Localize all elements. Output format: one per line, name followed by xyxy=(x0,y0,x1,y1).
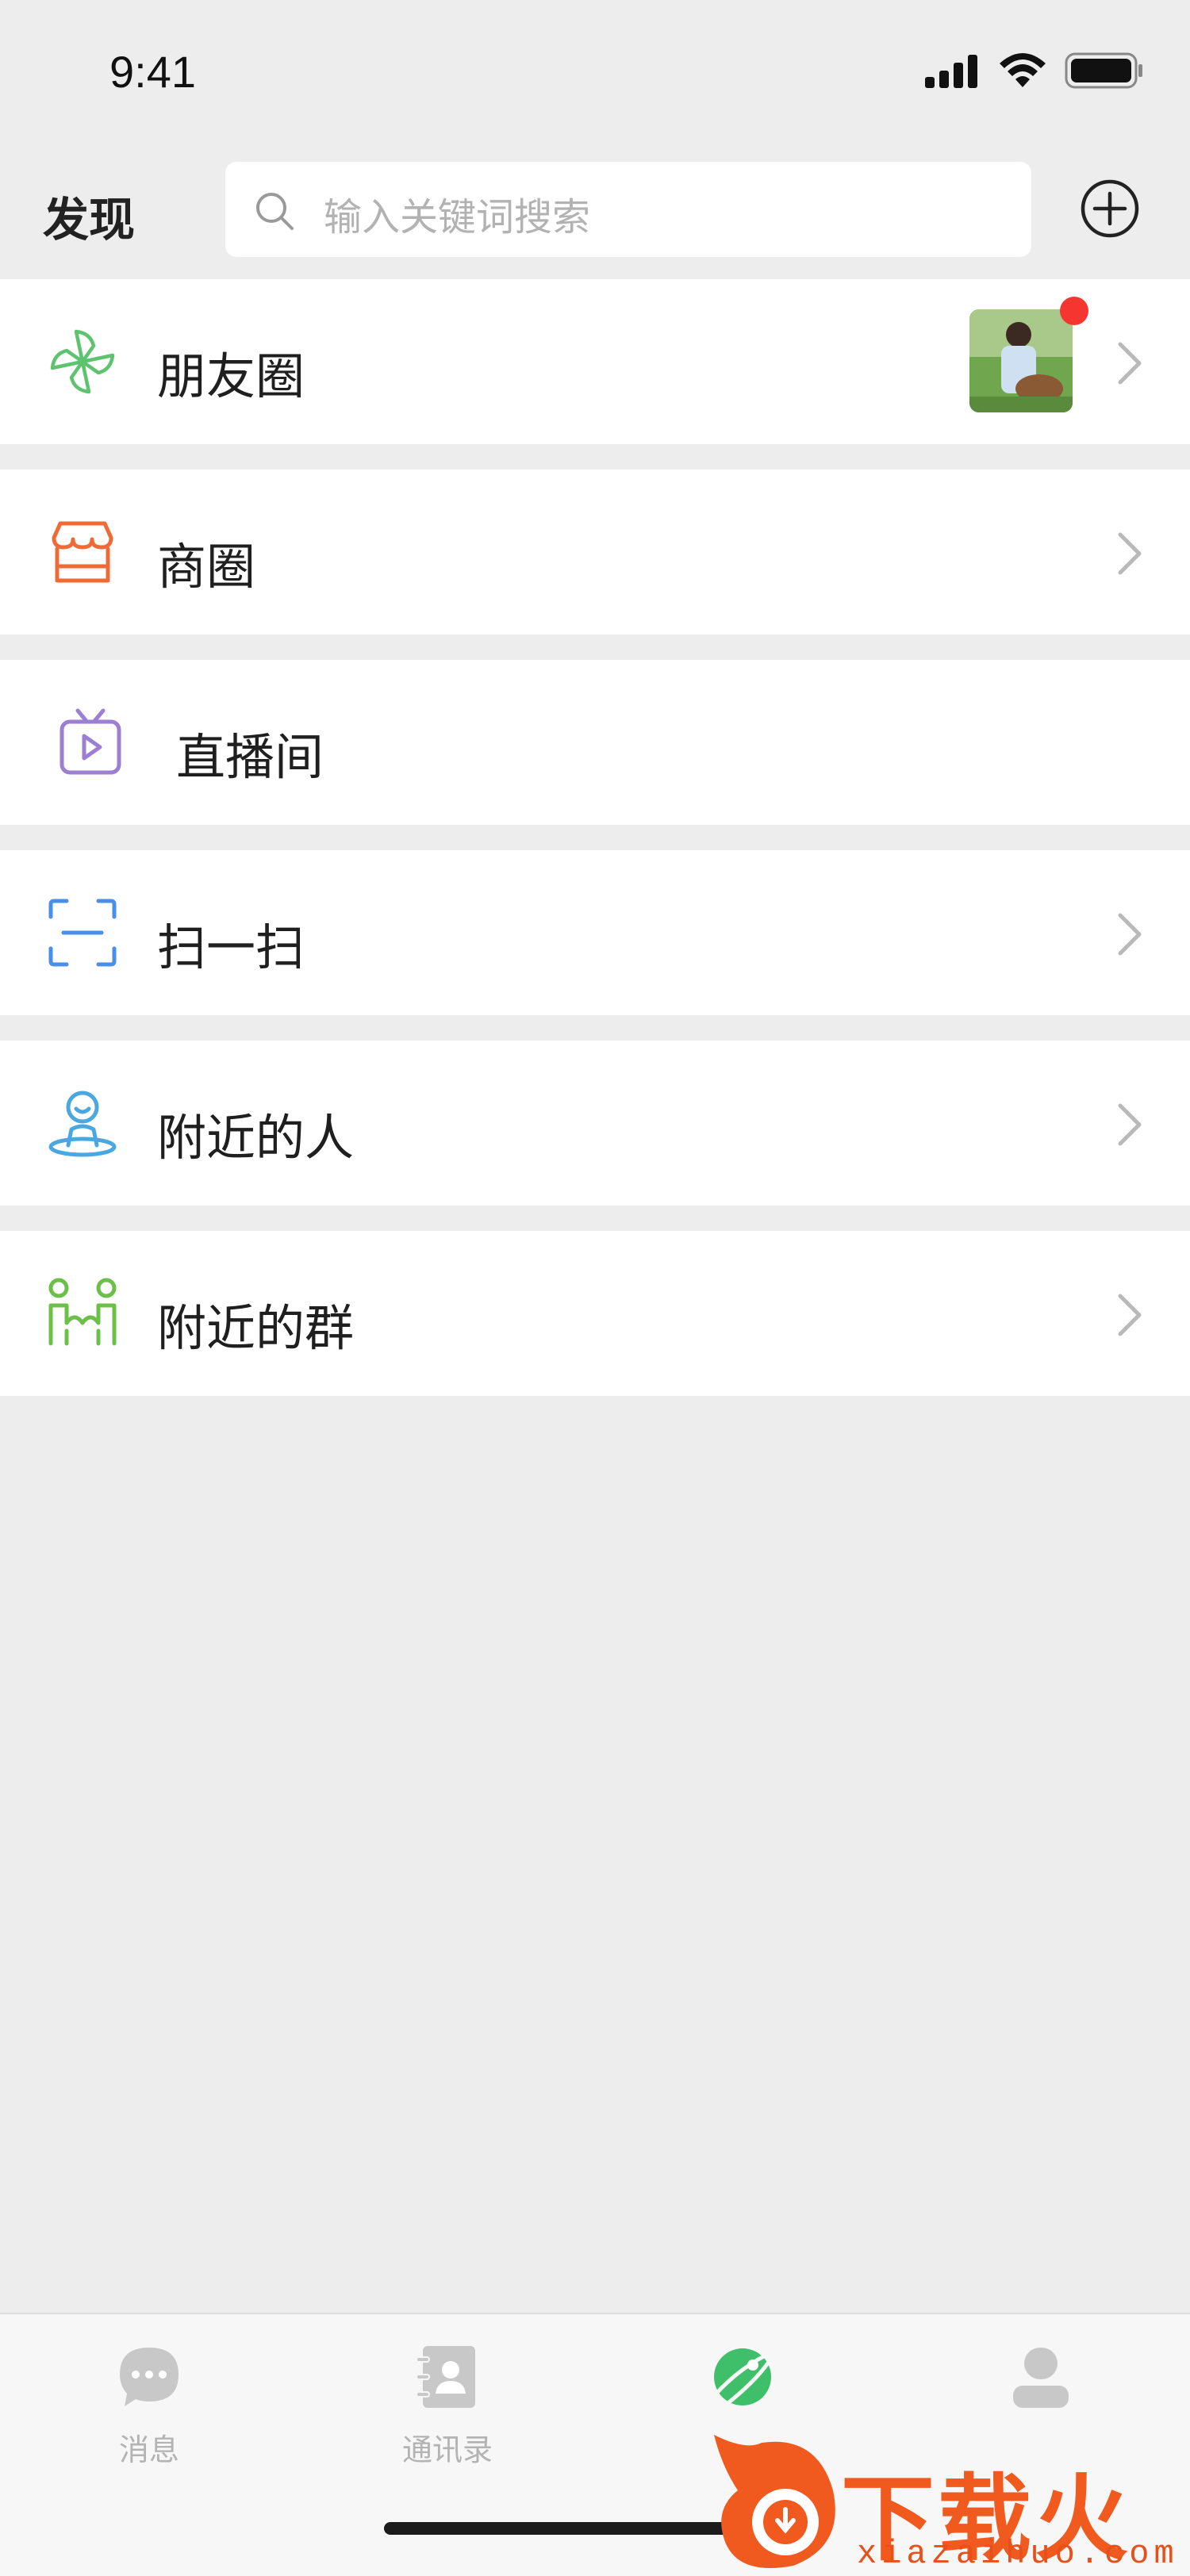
chevron-right-icon xyxy=(1118,342,1142,385)
moments-thumbnail xyxy=(969,309,1073,412)
menu-item-scan[interactable]: 扫一扫 xyxy=(0,850,1190,1015)
contacts-book-icon xyxy=(416,2346,475,2408)
tab-discover[interactable] xyxy=(663,2343,822,2425)
nearby-person-icon xyxy=(48,1091,117,1157)
chat-bubble-icon xyxy=(120,2348,178,2406)
chevron-right-icon xyxy=(1118,1294,1142,1336)
tab-contacts[interactable]: 通讯录 xyxy=(368,2343,527,2469)
menu-item-live-room[interactable]: 直播间 xyxy=(0,660,1190,825)
nearby-group-icon xyxy=(48,1278,117,1346)
wifi-icon xyxy=(1000,53,1046,87)
plus-circle-icon[interactable] xyxy=(1079,178,1141,240)
search-input[interactable]: 输入关键词搜索 xyxy=(225,162,1031,257)
chevron-right-icon xyxy=(1118,913,1142,956)
status-icons xyxy=(923,52,1144,89)
battery-icon xyxy=(1065,52,1142,89)
status-bar: 9:41 xyxy=(0,0,1190,151)
menu-item-nearby-groups[interactable]: 附近的群 xyxy=(0,1231,1190,1396)
menu-label: 直播间 xyxy=(176,728,324,786)
chevron-right-icon xyxy=(1118,532,1142,575)
live-tv-icon xyxy=(60,708,121,775)
watermark-url: xiazaihuo.com xyxy=(857,2535,1179,2573)
menu-label: 朋友圈 xyxy=(157,347,305,405)
tab-profile[interactable] xyxy=(962,2343,1120,2425)
scan-icon xyxy=(48,899,117,967)
watermark: 下载火 xiazaihuo.com xyxy=(698,2419,1190,2576)
tab-messages[interactable]: 消息 xyxy=(70,2343,228,2469)
storefront-icon xyxy=(52,521,113,583)
planet-icon xyxy=(713,2348,777,2406)
tab-label: 消息 xyxy=(118,2432,179,2467)
status-time: 9:41 xyxy=(109,47,196,97)
menu-item-moments[interactable]: 朋友圈 xyxy=(0,279,1190,444)
menu-label: 附近的群 xyxy=(157,1299,355,1357)
page-title: 发现 xyxy=(43,193,136,247)
moments-pinwheel-icon xyxy=(50,329,115,394)
menu-label: 商圈 xyxy=(157,538,256,596)
search-icon xyxy=(256,193,294,230)
menu-item-nearby-people[interactable]: 附近的人 xyxy=(0,1041,1190,1206)
search-placeholder: 输入关键词搜索 xyxy=(324,195,591,240)
notification-badge xyxy=(1060,297,1088,325)
chevron-right-icon xyxy=(1118,1103,1142,1146)
header: 发现 输入关键词搜索 xyxy=(0,151,1190,278)
profile-icon xyxy=(1013,2348,1069,2408)
menu-label: 扫一扫 xyxy=(157,918,305,976)
menu-item-business-circle[interactable]: 商圈 xyxy=(0,470,1190,634)
menu-label: 附近的人 xyxy=(157,1109,355,1167)
tab-label: 通讯录 xyxy=(401,2432,493,2467)
signal-icon xyxy=(925,55,977,88)
flame-logo-icon xyxy=(714,2435,835,2568)
